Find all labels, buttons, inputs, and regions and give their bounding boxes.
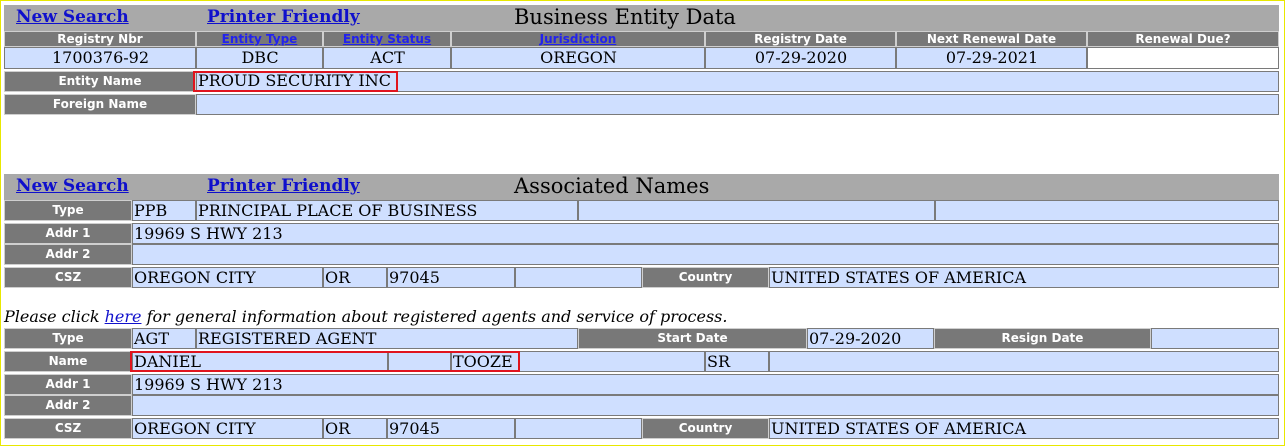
- agent-type-desc: REGISTERED AGENT: [196, 328, 578, 349]
- ppb-empty-cell-2: [935, 200, 1279, 221]
- agent-type-label: Type: [4, 328, 132, 349]
- start-date-label: Start Date: [578, 328, 807, 349]
- ppb-country-label: Country: [642, 267, 769, 288]
- ppb-type-desc: PRINCIPAL PLACE OF BUSINESS: [196, 200, 578, 221]
- agent-suffix: SR: [705, 351, 769, 372]
- agent-addr2-label: Addr 2: [4, 395, 132, 416]
- jurisdiction-link[interactable]: Jurisdiction: [540, 32, 617, 46]
- entity-type-link[interactable]: Entity Type: [222, 32, 298, 46]
- entity-type-value: DBC: [196, 47, 323, 69]
- header-registry-nbr: Registry Nbr: [4, 31, 196, 47]
- header-next-renewal-date: Next Renewal Date: [896, 31, 1087, 47]
- jurisdiction-value: OREGON: [451, 47, 705, 69]
- resign-date-label: Resign Date: [934, 328, 1151, 349]
- agent-addr1-label: Addr 1: [4, 374, 132, 395]
- registered-agent-note: Please click here for general informatio…: [4, 307, 727, 326]
- foreign-name-value: [196, 94, 1279, 115]
- registry-date-value: 07-29-2020: [705, 47, 896, 69]
- header-entity-type[interactable]: Entity Type: [196, 31, 323, 47]
- agent-empty-cell: [515, 418, 642, 439]
- note-suffix: for general information about registered…: [141, 307, 728, 326]
- agent-name-highlight: [130, 351, 520, 372]
- agent-city: OREGON CITY: [132, 418, 323, 439]
- ppb-csz-label: CSZ: [4, 267, 132, 288]
- agent-csz-label: CSZ: [4, 418, 132, 439]
- ppb-city: OREGON CITY: [132, 267, 323, 288]
- ppb-country-value: UNITED STATES OF AMERICA: [769, 267, 1279, 288]
- agent-name-empty-cell: [769, 351, 1279, 372]
- associated-names-title: Associated Names: [514, 174, 710, 198]
- entity-name-label: Entity Name: [4, 71, 196, 92]
- new-search-link-2[interactable]: New Search: [16, 176, 129, 196]
- ppb-addr1-value: 19969 S HWY 213: [132, 223, 1279, 244]
- ppb-type-label: Type: [4, 200, 132, 221]
- agent-addr2-value: [132, 395, 1279, 416]
- note-prefix: Please click: [4, 307, 105, 326]
- printer-friendly-link[interactable]: Printer Friendly: [207, 7, 360, 27]
- agent-name-label: Name: [4, 351, 132, 372]
- ppb-empty-cell-1: [578, 200, 935, 221]
- ppb-addr2-value: [132, 244, 1279, 265]
- ppb-state: OR: [323, 267, 387, 288]
- start-date-value: 07-29-2020: [807, 328, 934, 349]
- entity-status-value: ACT: [323, 47, 451, 69]
- agent-country-value: UNITED STATES OF AMERICA: [769, 418, 1279, 439]
- resign-date-value: [1151, 328, 1279, 349]
- printer-friendly-link-2[interactable]: Printer Friendly: [207, 176, 360, 196]
- agent-zip: 97045: [387, 418, 515, 439]
- ppb-addr2-label: Addr 2: [4, 244, 132, 265]
- agent-type-code: AGT: [132, 328, 196, 349]
- agent-country-label: Country: [642, 418, 769, 439]
- next-renewal-date-value: 07-29-2021: [896, 47, 1087, 69]
- renewal-due-value: [1087, 47, 1279, 69]
- entity-status-link[interactable]: Entity Status: [343, 32, 431, 46]
- header-entity-status[interactable]: Entity Status: [323, 31, 451, 47]
- business-entity-title: Business Entity Data: [514, 5, 736, 29]
- foreign-name-label: Foreign Name: [4, 94, 196, 115]
- header-registry-date: Registry Date: [705, 31, 896, 47]
- ppb-empty-cell-3: [515, 267, 642, 288]
- header-renewal-due: Renewal Due?: [1087, 31, 1279, 47]
- header-jurisdiction[interactable]: Jurisdiction: [451, 31, 705, 47]
- new-search-link[interactable]: New Search: [16, 7, 129, 27]
- registry-nbr-value: 1700376-92: [4, 47, 196, 69]
- ppb-zip: 97045: [387, 267, 515, 288]
- agent-addr1-value: 19969 S HWY 213: [132, 374, 1279, 395]
- ppb-type-code: PPB: [132, 200, 196, 221]
- ppb-addr1-label: Addr 1: [4, 223, 132, 244]
- here-link[interactable]: here: [105, 307, 142, 326]
- agent-state: OR: [323, 418, 387, 439]
- entity-name-value: PROUD SECURITY INC: [198, 71, 391, 90]
